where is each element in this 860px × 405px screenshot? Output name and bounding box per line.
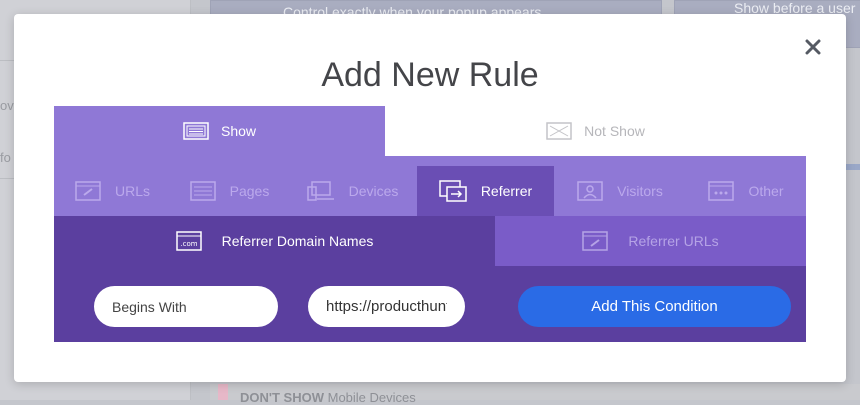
tab-show-label: Show — [220, 123, 257, 139]
background-accent — [846, 164, 860, 170]
close-button[interactable] — [802, 36, 824, 58]
background-text: ov — [0, 98, 14, 113]
match-type-select[interactable]: Begins With — [94, 286, 278, 327]
tab-referrer-domain-names[interactable]: .com Referrer Domain Names — [54, 216, 495, 266]
not-show-icon — [546, 122, 572, 140]
tab-devices[interactable]: Devices — [288, 166, 417, 216]
referrer-icon — [439, 180, 467, 202]
tab-pages-label: Pages — [229, 183, 270, 199]
tab-not-show-label: Not Show — [584, 123, 645, 139]
referrer-url-icon — [582, 231, 609, 251]
background-text: fo — [0, 150, 11, 165]
domain-icon: .com — [175, 231, 202, 251]
svg-text:.com: .com — [180, 240, 197, 248]
devices-icon — [306, 181, 335, 201]
match-type-value: Begins With — [112, 298, 187, 315]
condition-type-tabs: URLs Pages Devices Referrer Visitors Oth… — [54, 156, 806, 216]
tab-visitors-label: Visitors — [617, 183, 663, 199]
tab-referrer-urls[interactable]: Referrer URLs — [495, 216, 806, 266]
modal-title: Add New Rule — [321, 56, 539, 94]
tab-urls[interactable]: URLs — [54, 166, 171, 216]
add-rule-modal: Add New Rule Show Not Show URLs Pages De… — [14, 14, 846, 382]
tab-not-show[interactable]: Not Show — [385, 106, 806, 156]
background-rule-accent — [218, 384, 228, 400]
other-icon — [708, 181, 735, 201]
tab-other[interactable]: Other — [686, 166, 806, 216]
condition-form: Begins With Add This Condition — [54, 266, 806, 342]
close-icon — [805, 39, 821, 55]
add-condition-button[interactable]: Add This Condition — [518, 286, 791, 327]
tab-urls-label: URLs — [114, 183, 150, 199]
pages-icon — [189, 181, 216, 201]
referrer-domain-input[interactable] — [308, 286, 465, 327]
tab-show[interactable]: Show — [54, 106, 385, 156]
tab-other-label: Other — [748, 183, 784, 199]
visitors-icon — [577, 181, 603, 201]
show-icon — [183, 122, 209, 140]
rule-tabs: Show Not Show URLs Pages Devices Referre… — [54, 106, 806, 342]
tab-pages[interactable]: Pages — [171, 166, 288, 216]
tab-referrer-domain-names-label: Referrer Domain Names — [221, 233, 374, 249]
background-rule-bold: DON'T SHOW — [240, 390, 324, 405]
link-icon — [75, 181, 101, 201]
referrer-sub-tabs: .com Referrer Domain Names Referrer URLs — [54, 216, 806, 266]
tab-referrer-label: Referrer — [480, 183, 533, 199]
background-rule-text: DON'T SHOW Mobile Devices — [240, 390, 416, 405]
background-rule-label: Mobile Devices — [327, 390, 416, 405]
tab-devices-label: Devices — [348, 183, 399, 199]
tab-visitors[interactable]: Visitors — [554, 166, 686, 216]
tab-referrer[interactable]: Referrer — [417, 166, 554, 216]
tab-referrer-urls-label: Referrer URLs — [628, 233, 719, 249]
